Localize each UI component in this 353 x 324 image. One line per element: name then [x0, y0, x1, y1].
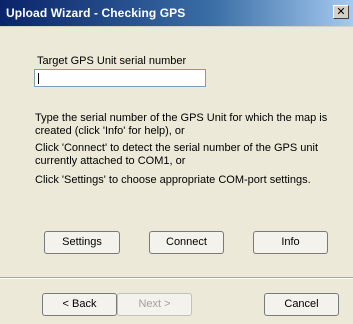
footer-separator [0, 277, 353, 279]
back-button[interactable]: < Back [42, 293, 117, 316]
upload-wizard-dialog: Upload Wizard - Checking GPS ✕ Target GP… [0, 0, 353, 324]
connect-button[interactable]: Connect [149, 231, 224, 254]
help-text-connect: Click 'Connect' to detect the serial num… [35, 142, 319, 167]
window-title: Upload Wizard - Checking GPS [6, 6, 186, 20]
help-text-serial: Type the serial number of the GPS Unit f… [35, 112, 328, 137]
close-icon[interactable]: ✕ [333, 5, 349, 19]
title-bar: Upload Wizard - Checking GPS ✕ [0, 0, 353, 27]
help-text-settings: Click 'Settings' to choose appropriate C… [35, 174, 311, 186]
cancel-button[interactable]: Cancel [264, 293, 339, 316]
next-button: Next > [117, 293, 192, 316]
settings-button[interactable]: Settings [44, 231, 120, 254]
info-button[interactable]: Info [253, 231, 328, 254]
text-caret [38, 73, 39, 84]
serial-number-label: Target GPS Unit serial number [37, 55, 187, 67]
serial-number-input[interactable] [34, 69, 206, 87]
